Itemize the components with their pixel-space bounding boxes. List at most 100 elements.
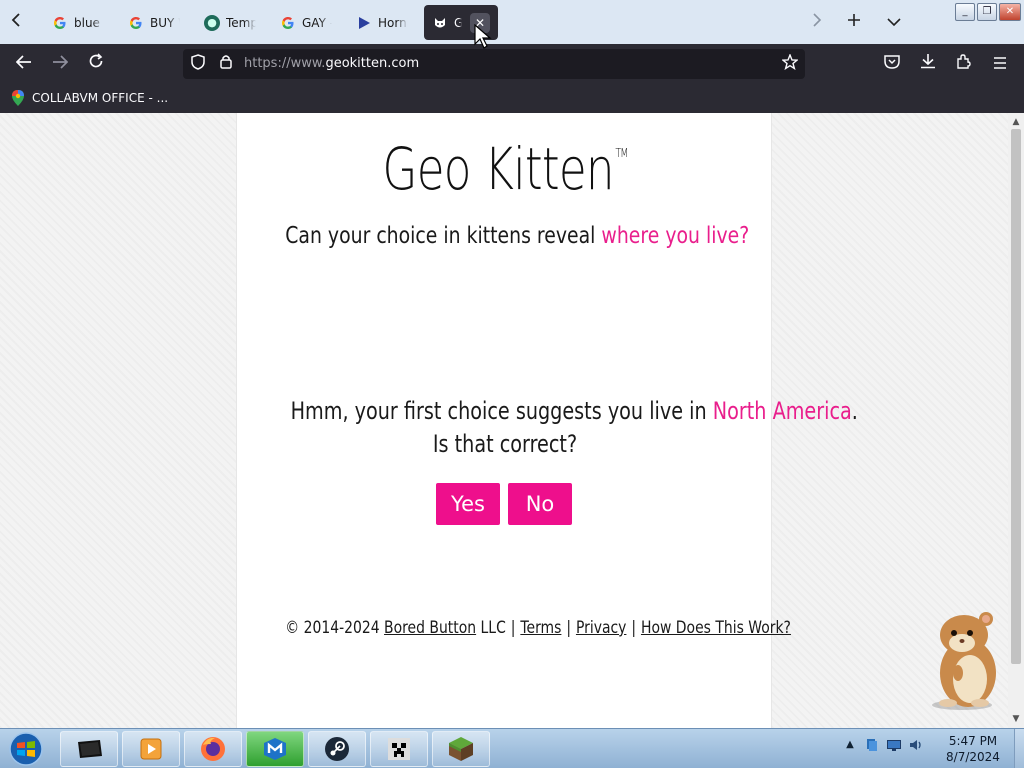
play-triangle-icon [356,15,372,31]
pocket-button[interactable] [880,52,904,76]
hamster-desktop-pet[interactable] [918,603,1010,713]
tab-title: Ge [454,15,462,30]
taskbar-app-steam[interactable] [308,731,366,767]
plus-icon [848,14,860,26]
volume-speaker-icon[interactable] [908,737,924,753]
scroll-down-arrow-icon[interactable]: ▼ [1008,712,1024,726]
media-player-icon [140,738,162,760]
tab-title: blue [74,15,100,30]
footer-separator: | [510,618,516,638]
restore-button[interactable]: ❐ [977,3,997,21]
yes-button[interactable]: Yes [436,483,500,525]
tab-buy[interactable]: BUY W [128,5,180,40]
reload-button[interactable] [84,52,108,76]
bookmark-label: COLLABVM OFFICE - ... [32,91,169,105]
new-tab-button[interactable] [840,8,868,36]
tab-temp[interactable]: ● Temp [204,5,256,40]
reload-icon [89,53,103,68]
back-button[interactable] [12,52,36,76]
page-title: Geo Kitten TM [296,135,714,203]
minecraft-grass-icon [449,737,473,761]
window-controls: _ ❐ ✕ [955,3,1021,21]
location-question: Hmm, your first choice suggests you live… [290,395,858,461]
list-all-tabs-button[interactable] [880,8,908,36]
address-bar[interactable]: https://www.geokitten.com [183,49,805,79]
bookmark-star-icon[interactable] [780,53,800,74]
google-g-icon [52,15,68,31]
chevron-down-icon [887,18,901,27]
minimize-button[interactable]: _ [955,3,975,21]
mouse-cursor-icon [474,24,492,49]
bookmark-collabvm[interactable]: COLLABVM OFFICE - ... [12,90,168,106]
arrow-left-icon [15,55,31,69]
network-activity-icon[interactable] [864,737,880,753]
window-close-button[interactable]: ✕ [999,3,1021,21]
page-subtitle: Can your choice in kittens reveal where … [285,223,749,249]
show-hidden-icons-icon[interactable]: ▲ [842,737,858,753]
url-domain: geokitten.com [325,56,420,71]
windows-taskbar: ▲ 5:47 PM 8/7/2024 [0,728,1024,768]
malwarebytes-icon [264,738,286,760]
no-button[interactable]: No [508,483,572,525]
firefox-icon [201,737,225,761]
display-monitor-icon[interactable] [886,737,902,753]
page-scrollbar[interactable]: ▲ ▼ [1008,113,1024,728]
tabs-scroll-left-button[interactable] [2,8,30,36]
taskbar-app-media-player[interactable] [122,731,180,767]
tabs-scroll-right-button[interactable] [803,8,831,36]
steam-icon [325,737,349,761]
subtitle-text: Can your choice in kittens reveal [285,223,602,249]
google-g-icon [128,15,144,31]
page-viewport: Geo Kitten TM Can your choice in kittens … [0,113,1008,728]
chevron-left-icon [11,13,20,27]
navigation-toolbar: https://www.geokitten.com [0,44,1024,84]
scroll-up-arrow-icon[interactable]: ▲ [1008,115,1024,129]
taskbar-app-explorer[interactable] [60,731,118,767]
google-g-icon [280,15,296,31]
menu-button[interactable] [988,52,1012,76]
url-text[interactable]: https://www.geokitten.com [244,56,419,71]
taskbar-app-creeper[interactable] [370,731,428,767]
privacy-link[interactable]: Privacy [576,618,626,638]
how-does-this-work-link[interactable]: How Does This Work? [641,618,791,638]
taskbar-app-malwarebytes[interactable] [246,731,304,767]
page-title-text: Geo Kitten [382,135,614,203]
arrow-right-icon [53,55,69,69]
forward-button[interactable] [48,52,72,76]
footer-separator: | [566,618,572,638]
tab-strip: blue BUY W ● Temp GAY - Horni Ge ✕ [0,0,1024,44]
lock-icon[interactable] [216,54,236,74]
question-text: Hmm, your first choice suggests you live… [290,397,713,425]
tab-horni[interactable]: Horni [356,5,408,40]
tab-gay[interactable]: GAY - [280,5,332,40]
shield-icon[interactable] [188,54,208,74]
show-desktop-button[interactable] [1014,729,1024,768]
puzzle-piece-icon [957,54,971,69]
taskbar-clock[interactable]: 5:47 PM 8/7/2024 [936,733,1010,765]
question-confirm-text: Is that correct? [432,430,578,458]
windows-explorer-icon [78,740,102,758]
temp-site-icon: ● [204,14,220,31]
tab-title: Horni [378,15,408,30]
tab-title: Temp [226,15,256,30]
geokitten-cat-icon [432,15,448,31]
scrollbar-thumb[interactable] [1011,129,1021,664]
tab-blue[interactable]: blue [52,5,104,40]
page-footer: © 2014-2024 Bored Button LLC | Terms | Priva… [285,618,791,638]
trademark-mark: TM [615,146,628,160]
hamburger-menu-icon [994,57,1006,69]
bookmarks-toolbar: COLLABVM OFFICE - ... [0,84,1024,113]
taskbar-app-minecraft[interactable] [432,731,490,767]
bored-button-link[interactable]: Bored Button [384,618,476,638]
windows-start-orb-icon[interactable] [6,731,46,767]
creeper-icon [388,738,410,760]
copyright-text: © 2014-2024 [285,618,385,638]
terms-link[interactable]: Terms [520,618,561,638]
clock-date: 8/7/2024 [946,750,1000,764]
question-region: North America [712,397,852,425]
taskbar-app-firefox[interactable] [184,731,242,767]
extensions-button[interactable] [952,52,976,76]
map-pin-icon [12,90,24,106]
downloads-button[interactable] [916,52,940,76]
tab-title: BUY W [150,15,180,30]
